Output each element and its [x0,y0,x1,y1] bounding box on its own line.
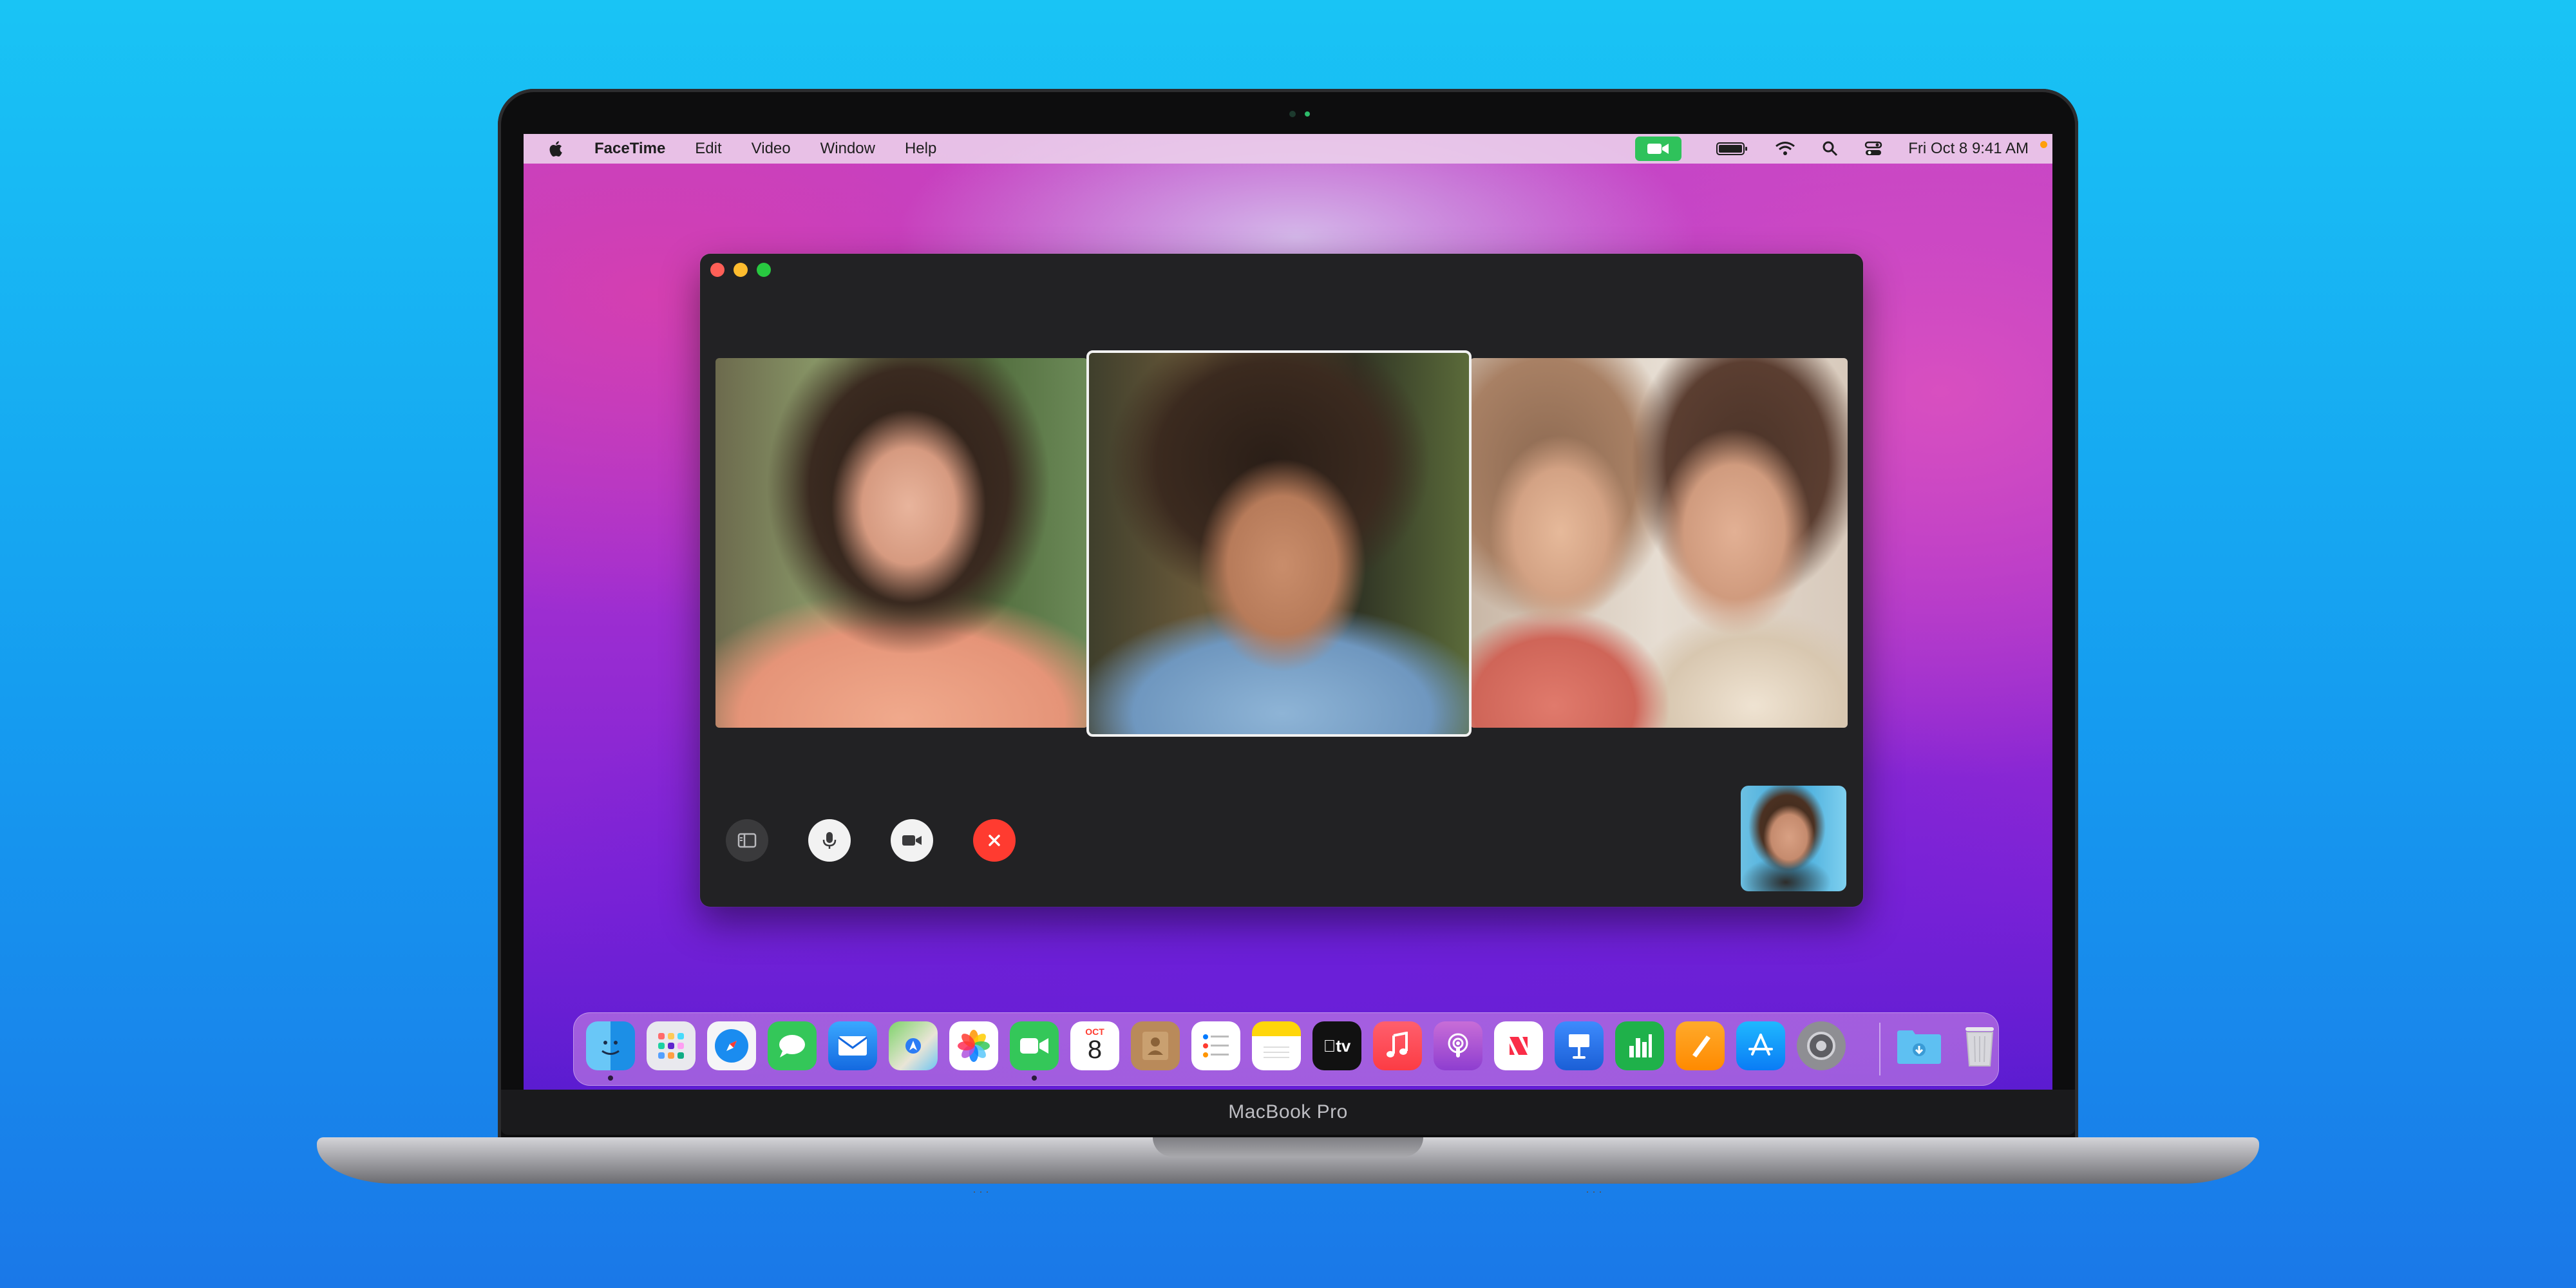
macbook-pro-label: MacBook Pro [1228,1101,1348,1122]
menu-edit[interactable]: Edit [695,140,721,158]
mic-in-use-indicator [2040,140,2047,148]
downloads-folder-icon[interactable] [1895,1021,1944,1070]
close-icon [989,835,1000,846]
safari-icon[interactable] [707,1021,756,1070]
facetime-running-indicator [1032,1075,1037,1081]
music-icon[interactable] [1373,1021,1422,1070]
laptop-opening-notch [1153,1137,1423,1157]
tv-icon[interactable]: tv [1312,1021,1361,1070]
menu-help[interactable]: Help [905,140,936,158]
news-icon[interactable] [1494,1021,1543,1070]
menu-extras: Fri Oct 8 9:41 AM [1635,134,2052,164]
battery-icon[interactable] [1716,142,1748,156]
finder-icon[interactable] [586,1021,635,1070]
sidebar-icon [737,833,757,848]
tv-label: tv [1329,1036,1350,1056]
window-zoom-button[interactable] [757,263,771,277]
microphone-icon [822,832,837,849]
facetime-video-icon[interactable] [1635,137,1682,161]
launchpad-icon[interactable] [647,1021,696,1070]
finder-running-indicator [608,1075,613,1081]
sidebar-toggle-button[interactable] [726,819,768,862]
podcasts-icon[interactable] [1434,1021,1482,1070]
facetime-app-icon[interactable] [1010,1021,1059,1070]
keynote-icon[interactable] [1555,1021,1604,1070]
menu-bar: FaceTime Edit Video Window Help Fri Oct … [524,134,2052,164]
apple-logo-icon[interactable] [547,138,566,159]
control-center-icon[interactable] [1864,140,1882,157]
microphone-button[interactable] [808,819,851,862]
end-call-button[interactable] [973,819,1016,862]
calendar-icon[interactable]: OCT 8 [1070,1021,1119,1070]
window-minimize-button[interactable] [734,263,748,277]
desktop-screen: FaceTime Edit Video Window Help Fri Oct … [524,134,2052,1090]
dock: OCT 8 tv [573,1012,1999,1086]
facetime-window [700,254,1863,907]
system-preferences-icon[interactable] [1797,1021,1846,1070]
app-store-icon[interactable] [1736,1021,1785,1070]
contacts-icon[interactable] [1131,1021,1180,1070]
laptop-chin: MacBook Pro [501,1090,2075,1135]
trash-icon[interactable] [1955,1021,2004,1070]
participant-tile-right[interactable] [1470,358,1848,728]
search-icon[interactable] [1822,140,1839,157]
calendar-day: 8 [1087,1036,1103,1064]
webcam [1289,111,1296,117]
wifi-icon[interactable] [1774,140,1796,157]
camera-button[interactable] [891,819,933,862]
participant-tile-active-speaker[interactable] [1086,350,1472,737]
mail-icon[interactable] [828,1021,877,1070]
menu-window[interactable]: Window [820,140,875,158]
photos-icon[interactable] [949,1021,998,1070]
numbers-icon[interactable] [1615,1021,1664,1070]
call-controls [726,819,1056,862]
camera-indicator-light [1305,111,1310,117]
window-close-button[interactable] [710,263,724,277]
maps-icon[interactable] [889,1021,938,1070]
speaker-grille-left: ··· [972,1185,992,1198]
messages-icon[interactable] [768,1021,817,1070]
participant-tile-left[interactable] [715,358,1088,728]
self-view-preview[interactable] [1741,786,1846,891]
dock-separator [1879,1023,1880,1075]
pages-icon[interactable] [1676,1021,1725,1070]
menu-app-name[interactable]: FaceTime [594,140,665,158]
menu-clock[interactable]: Fri Oct 8 9:41 AM [1908,140,2029,158]
reminders-icon[interactable] [1191,1021,1240,1070]
notes-icon[interactable] [1252,1021,1301,1070]
menu-video[interactable]: Video [752,140,791,158]
speaker-grille-right: ··· [1586,1185,1605,1198]
video-camera-icon [902,835,922,846]
